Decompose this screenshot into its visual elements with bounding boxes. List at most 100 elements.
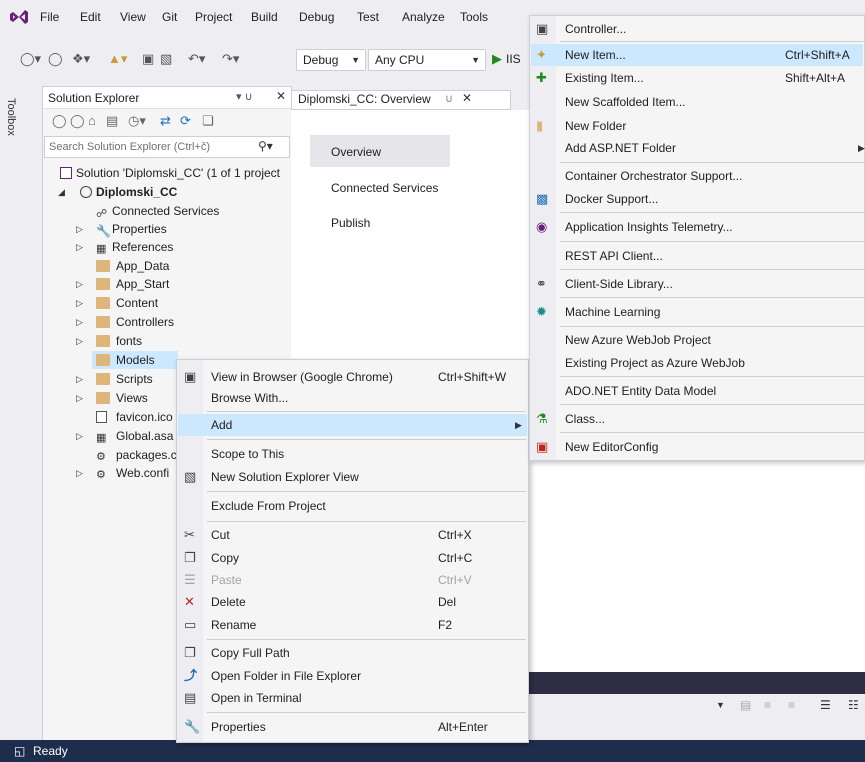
open-folder-arrow-icon: ⤴: [184, 668, 198, 683]
forward-icon[interactable]: ◯: [48, 52, 63, 66]
refresh-icon[interactable]: ⟳: [180, 114, 191, 128]
pending-changes-filter-icon[interactable]: ◷▾: [128, 114, 146, 128]
align-right-icon[interactable]: ≡: [788, 698, 795, 712]
menu-browse-with[interactable]: Browse With...: [177, 387, 528, 409]
menu-copy-full-path[interactable]: ❐ Copy Full Path: [177, 642, 528, 664]
menu-edit[interactable]: Edit: [80, 10, 101, 24]
solution-configuration-combo[interactable]: Debug ▼: [296, 49, 366, 71]
menu-git[interactable]: Git: [162, 10, 177, 24]
menu-separator: [207, 521, 526, 522]
nav-overview[interactable]: Overview: [331, 145, 381, 159]
menu-test[interactable]: Test: [357, 10, 379, 24]
menu-build[interactable]: Build: [251, 10, 278, 24]
nav-publish[interactable]: Publish: [331, 216, 370, 230]
start-debug-icon[interactable]: ▶: [492, 52, 502, 66]
menu-cut[interactable]: ✂ Cut Ctrl+X: [177, 524, 528, 546]
redo-icon[interactable]: ↷▾: [222, 52, 239, 66]
collapsed-arrow-icon[interactable]: ▷: [76, 464, 83, 482]
submenu-existing-item[interactable]: ✚ Existing Item... Shift+Alt+A: [530, 67, 864, 89]
submenu-new-editorconfig[interactable]: ▣ New EditorConfig: [530, 436, 864, 458]
forward-icon[interactable]: ◯: [70, 114, 85, 128]
clear-icon[interactable]: ▤: [740, 698, 751, 712]
menu-properties[interactable]: 🔧 Properties Alt+Enter: [177, 716, 528, 738]
submenu-new-scaffolded-item[interactable]: New Scaffolded Item...: [530, 91, 864, 113]
start-debug-label[interactable]: IIS: [506, 52, 521, 66]
toolbox-tab[interactable]: Toolbox: [4, 98, 18, 136]
menu-analyze[interactable]: Analyze: [402, 10, 445, 24]
submenu-application-insights[interactable]: ◉ Application Insights Telemetry...: [530, 216, 864, 238]
expanded-arrow-icon[interactable]: ◢: [58, 183, 65, 201]
submenu-adonet-entity-data-model[interactable]: ADO.NET Entity Data Model: [530, 380, 864, 402]
submenu-rest-api-client[interactable]: REST API Client...: [530, 245, 864, 267]
home-icon[interactable]: ⌂: [88, 114, 96, 128]
menu-add[interactable]: Add ▶: [178, 414, 527, 436]
menu-open-in-terminal[interactable]: ▤ Open in Terminal: [177, 687, 528, 709]
visual-studio-logo-icon[interactable]: [10, 10, 28, 24]
menu-debug[interactable]: Debug: [299, 10, 334, 24]
submenu-new-folder[interactable]: ▮ New Folder: [530, 115, 864, 137]
menu-file[interactable]: File: [40, 10, 59, 24]
solution-configuration-value: Debug: [303, 53, 339, 67]
nav-connected-services[interactable]: Connected Services: [331, 181, 438, 195]
submenu-controller[interactable]: ▣ Controller...: [530, 18, 864, 40]
menu-exclude-from-project[interactable]: Exclude From Project: [177, 495, 528, 517]
menu-separator: [560, 376, 864, 377]
new-project-icon[interactable]: ❖▾: [72, 52, 90, 66]
back-icon[interactable]: ◯: [52, 114, 67, 128]
submenu-new-azure-webjob[interactable]: New Azure WebJob Project: [530, 329, 864, 351]
wrench-icon: 🔧: [96, 224, 111, 238]
save-icon[interactable]: ▣: [142, 52, 154, 66]
collapsed-arrow-icon[interactable]: ▷: [76, 294, 83, 312]
menu-rename[interactable]: ▭ Rename F2: [177, 614, 528, 636]
switch-views-icon[interactable]: ▤: [106, 114, 118, 128]
menu-project[interactable]: Project: [195, 10, 232, 24]
collapse-all-icon[interactable]: ❏: [202, 114, 214, 128]
collapsed-arrow-icon[interactable]: ▷: [76, 238, 83, 256]
submenu-docker-support[interactable]: ▩ Docker Support...: [530, 188, 864, 210]
save-all-icon[interactable]: ▧: [160, 52, 172, 66]
collapsed-arrow-icon[interactable]: ▷: [76, 332, 83, 350]
close-icon[interactable]: ✕: [276, 89, 286, 103]
submenu-existing-project-azure-webjob[interactable]: Existing Project as Azure WebJob: [530, 352, 864, 374]
collapsed-arrow-icon[interactable]: ▷: [76, 220, 83, 238]
open-folder-icon[interactable]: ▲▾: [108, 52, 127, 66]
tree-item-selected[interactable]: Models: [92, 351, 178, 369]
undo-icon[interactable]: ↶▾: [188, 52, 205, 66]
close-icon[interactable]: ✕: [462, 91, 472, 105]
menu-paste[interactable]: ☰ Paste Ctrl+V: [177, 569, 528, 591]
toggle-icon[interactable]: ☷: [848, 698, 859, 712]
menu-copy[interactable]: ❐ Copy Ctrl+C: [177, 547, 528, 569]
menu-open-folder-in-file-explorer[interactable]: ⤴ Open Folder in File Explorer: [177, 665, 528, 687]
submenu-machine-learning[interactable]: ✹ Machine Learning: [530, 301, 864, 323]
menu-new-solution-explorer-view[interactable]: ▧ New Solution Explorer View: [177, 466, 528, 488]
align-icon[interactable]: ≡: [764, 698, 771, 712]
connected-services-icon: ☍: [96, 208, 108, 220]
menu-delete[interactable]: ✕ Delete Del: [177, 591, 528, 613]
docker-icon: ▩: [536, 191, 549, 206]
collapsed-arrow-icon[interactable]: ▷: [76, 313, 83, 331]
menu-view-in-browser[interactable]: ▣ View in Browser (Google Chrome) Ctrl+S…: [177, 366, 528, 388]
global-asax-icon: ▦: [96, 432, 107, 444]
chevron-down-icon[interactable]: ▼: [716, 700, 725, 710]
collapsed-arrow-icon[interactable]: ▷: [76, 370, 83, 388]
solution-platform-combo[interactable]: Any CPU ▼: [368, 49, 486, 71]
search-icon[interactable]: ⚲▾: [258, 139, 273, 153]
sync-icon[interactable]: ⇄: [160, 114, 171, 128]
word-wrap-icon[interactable]: ☰: [820, 698, 831, 712]
menu-separator: [560, 297, 864, 298]
submenu-add-aspnet-folder[interactable]: Add ASP.NET Folder ▶: [530, 137, 865, 159]
collapsed-arrow-icon[interactable]: ▷: [76, 275, 83, 293]
collapsed-arrow-icon[interactable]: ▷: [76, 389, 83, 407]
pin-icon[interactable]: ∪: [445, 92, 453, 105]
submenu-container-orchestrator-support[interactable]: Container Orchestrator Support...: [530, 165, 864, 187]
menu-tools[interactable]: Tools: [460, 10, 488, 24]
collapsed-arrow-icon[interactable]: ▷: [76, 427, 83, 445]
menu-view[interactable]: View: [120, 10, 146, 24]
solution-explorer-search-input[interactable]: Search Solution Explorer (Ctrl+č): [44, 136, 290, 158]
submenu-client-side-library[interactable]: ⚭ Client-Side Library...: [530, 273, 864, 295]
back-icon[interactable]: ◯▾: [20, 52, 41, 66]
menu-scope-to-this[interactable]: Scope to This: [177, 443, 528, 465]
submenu-new-item[interactable]: ✦ New Item... Ctrl+Shift+A: [531, 44, 863, 66]
submenu-class[interactable]: ⚗ Class...: [530, 408, 864, 430]
pin-icon[interactable]: ▾ ∪: [236, 90, 253, 103]
